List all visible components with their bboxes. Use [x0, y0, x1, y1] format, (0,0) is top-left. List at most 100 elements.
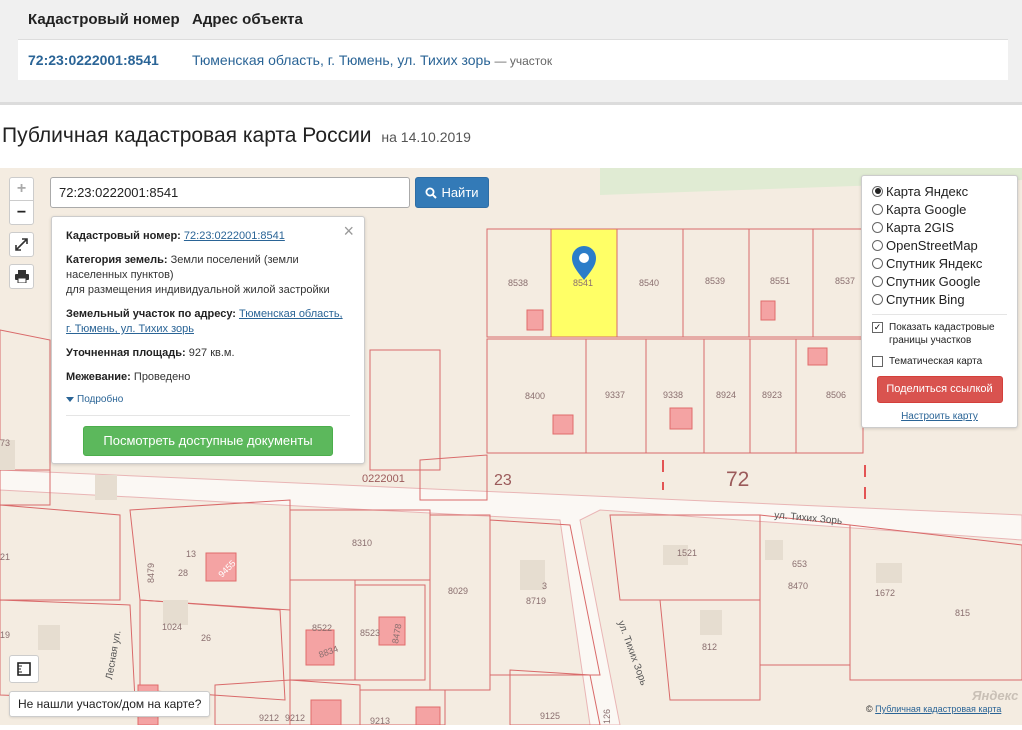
layer-option-sat-yandex[interactable]: Спутник Яндекс: [872, 254, 1007, 272]
parcel-label: 9125: [540, 711, 560, 721]
layer-option-sat-google[interactable]: Спутник Google: [872, 272, 1007, 290]
parcel-label: 28: [178, 568, 188, 578]
radio-icon[interactable]: [872, 221, 883, 233]
parcel-label: 8537: [835, 276, 855, 286]
search-button[interactable]: Найти: [415, 177, 489, 208]
parcel-label: 9212: [259, 713, 279, 723]
street-labels: ул. Тихих Зорь ул. Тихих Зорь Лесная ул.: [104, 510, 842, 687]
layer-panel: Карта Яндекс Карта Google Карта 2GIS Ope…: [861, 175, 1018, 428]
results-header: Кадастровый номер Адрес объекта: [18, 0, 1008, 40]
thematic-map-toggle[interactable]: Тематическая карта: [872, 355, 1007, 368]
print-button[interactable]: [9, 264, 34, 289]
details-label: Подробно: [77, 394, 124, 405]
info-address: Земельный участок по адресу: Тюменская о…: [66, 307, 350, 337]
info-value: для размещения индивидуальной жилой заст…: [66, 284, 330, 296]
info-cadastral-link[interactable]: 72:23:0222001:8541: [184, 230, 285, 242]
info-value: Проведено: [133, 371, 191, 383]
parcel-label: 1521: [677, 548, 697, 558]
info-cadastral: Кадастровый номер: 72:23:0222001:8541: [66, 229, 350, 244]
parcel-label: 812: [702, 642, 717, 652]
parcel-label: 8551: [770, 276, 790, 286]
parcel-label: 8923: [762, 390, 782, 400]
results-row[interactable]: 72:23:0222001:8541 Тюменская область, г.…: [18, 40, 1008, 80]
parcel-label: 3: [542, 581, 547, 591]
radio-icon[interactable]: [872, 239, 883, 251]
layer-option-osm[interactable]: OpenStreetMap: [872, 236, 1007, 254]
result-address-link[interactable]: Тюменская область, г. Тюмень, ул. Тихих …: [192, 52, 491, 68]
parcel-label: 8506: [826, 390, 846, 400]
parcel-label: 73: [0, 438, 10, 448]
page-title: Публичная кадастровая карта России на 14…: [2, 124, 471, 148]
cadastral-search-input[interactable]: 72:23:0222001:8541: [50, 177, 410, 208]
checkbox-icon[interactable]: [872, 356, 883, 367]
result-address[interactable]: Тюменская область, г. Тюмень, ул. Тихих …: [192, 52, 552, 68]
result-type: — участок: [494, 54, 553, 68]
parcel-label: 8479: [146, 563, 156, 583]
layer-option-label: Карта 2GIS: [886, 219, 955, 235]
radio-icon[interactable]: [872, 293, 883, 305]
layer-option-label: Карта Яндекс: [886, 183, 969, 199]
info-area: Уточненная площадь: 927 кв.м.: [66, 346, 350, 361]
info-label: Категория земель:: [66, 254, 168, 266]
parcel-label: 26: [201, 633, 211, 643]
parcel-label: 8539: [705, 276, 725, 286]
parcel-label: 8029: [448, 586, 468, 596]
parcel-label: 9213: [370, 716, 390, 725]
region-number: 72: [726, 468, 749, 491]
parcel-label: 9212: [285, 713, 305, 723]
details-toggle[interactable]: Подробно: [66, 394, 350, 405]
layer-option-2gis[interactable]: Карта 2GIS: [872, 218, 1007, 236]
page-title-text: Публичная кадастровая карта России: [2, 124, 372, 147]
info-label: Кадастровый номер:: [66, 230, 181, 242]
close-icon[interactable]: ×: [343, 221, 354, 242]
layer-option-yandex[interactable]: Карта Яндекс: [872, 182, 1007, 200]
panel-divider: [872, 314, 1007, 315]
radio-icon[interactable]: [872, 275, 883, 287]
radio-selected-icon[interactable]: [872, 185, 883, 197]
layer-option-sat-bing[interactable]: Спутник Bing: [872, 290, 1007, 308]
yandex-logo: Яндекс: [972, 688, 1019, 703]
parcel-label: 653: [792, 559, 807, 569]
fullscreen-button[interactable]: [9, 232, 34, 257]
configure-map-link[interactable]: Настроить карту: [872, 411, 1007, 422]
parcel-label: 9337: [605, 390, 625, 400]
page-date: на 14.10.2019: [381, 129, 471, 145]
not-found-button[interactable]: Не нашли участок/дом на карте?: [9, 691, 211, 717]
info-label: Уточненная площадь:: [66, 347, 186, 359]
parcel-label: 8719: [526, 596, 546, 606]
radio-icon[interactable]: [872, 203, 883, 215]
view-documents-button[interactable]: Посмотреть доступные документы: [83, 426, 333, 456]
houses: [0, 440, 902, 650]
expand-icon: [15, 238, 28, 251]
show-borders-label: Показать кадастровые границы участков: [889, 322, 995, 346]
parcel-label: 8540: [639, 278, 659, 288]
parcel-label: 8522: [312, 623, 332, 633]
show-borders-toggle[interactable]: ✓ Показать кадастровые границы участков: [872, 321, 1007, 347]
info-value: 927 кв.м.: [188, 347, 235, 359]
parcel-label: 9338: [663, 390, 683, 400]
info-label: Земельный участок по адресу:: [66, 308, 236, 320]
street-label: Лесная ул.: [104, 630, 123, 681]
copyright-link[interactable]: Публичная кадастровая карта: [875, 704, 1001, 714]
thematic-label: Тематическая карта: [889, 356, 983, 367]
zoom-in-button[interactable]: +: [10, 178, 33, 201]
parcel-label: 8400: [525, 391, 545, 401]
checkbox-checked-icon[interactable]: ✓: [872, 322, 883, 333]
district-number: 23: [494, 472, 512, 489]
share-link-button[interactable]: Поделиться ссылкой: [876, 376, 1003, 403]
zoom-out-button[interactable]: −: [10, 201, 33, 224]
copyright-symbol: ©: [866, 704, 873, 714]
search-icon: [425, 187, 438, 199]
results-table: Кадастровый номер Адрес объекта 72:23:02…: [18, 0, 1008, 80]
parcel-label: 8541: [573, 278, 593, 288]
layer-option-google[interactable]: Карта Google: [872, 200, 1007, 218]
caret-down-icon: [66, 396, 74, 402]
parcel-label: 8470: [788, 581, 808, 591]
zoom-control: + −: [9, 177, 34, 225]
area-select-button[interactable]: [9, 655, 39, 683]
parcel-label: 8310: [352, 538, 372, 548]
parcel-label: 8523: [360, 628, 380, 638]
layer-option-label: OpenStreetMap: [886, 237, 978, 253]
result-cadastral-link[interactable]: 72:23:0222001:8541: [18, 52, 192, 68]
radio-icon[interactable]: [872, 257, 883, 269]
